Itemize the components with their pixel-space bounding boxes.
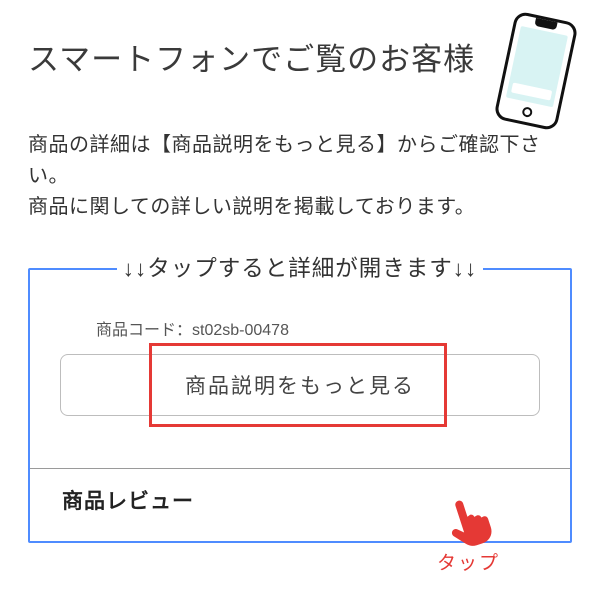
smartphone-icon: [493, 11, 578, 132]
product-code: 商品コード：st02sb-00478: [96, 316, 540, 340]
divider: [30, 468, 570, 469]
expand-button-label: 商品説明をもっと見る: [185, 370, 415, 400]
tap-label: タップ: [437, 548, 500, 575]
product-code-label: 商品コード：: [96, 322, 192, 339]
panel-caption: ↓↓タップすると詳細が開きます↓↓: [117, 251, 484, 283]
expand-description-button[interactable]: 商品説明をもっと見る: [60, 354, 540, 416]
lead-text-line1: 商品の詳細は【商品説明をもっと見る】からご確認下さい。: [28, 130, 572, 192]
lead-text-line2: 商品に関しての詳しい説明を掲載しております。: [28, 192, 572, 223]
product-code-value: st02sb-00478: [192, 322, 289, 339]
page-title: スマートフォンでご覧のお客様: [28, 34, 475, 79]
instruction-panel: 商品コード：st02sb-00478 商品説明をもっと見る タップ 商品レビュー: [28, 268, 572, 543]
